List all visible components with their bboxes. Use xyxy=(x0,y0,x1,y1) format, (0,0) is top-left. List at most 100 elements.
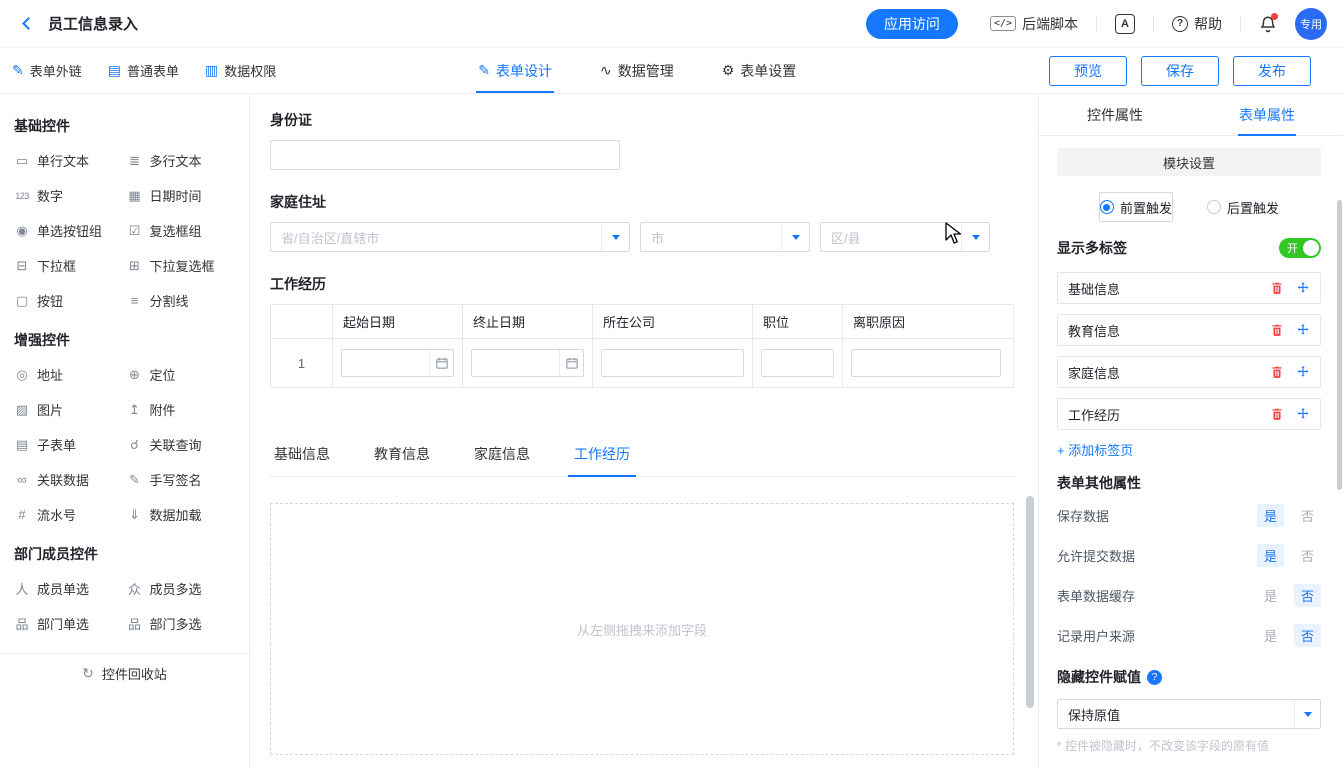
form-external-link-button[interactable]: ✎ 表单外链 xyxy=(12,61,82,80)
tab-basic-info[interactable]: 基础信息 xyxy=(274,444,330,476)
delete-tag-button[interactable] xyxy=(1270,281,1284,295)
backend-script-button[interactable]: </> 后端脚本 xyxy=(990,14,1078,34)
no-option[interactable]: 否 xyxy=(1294,504,1321,527)
palette-item-signature[interactable]: ✎手写签名 xyxy=(127,470,240,489)
code-icon: </> xyxy=(990,16,1016,31)
tab-data-management[interactable]: ∿ 数据管理 xyxy=(598,48,676,93)
delete-tag-button[interactable] xyxy=(1270,365,1284,379)
province-select[interactable]: 省/自治区/直辖市 xyxy=(270,222,630,252)
position-input[interactable] xyxy=(761,349,834,377)
no-option[interactable]: 否 xyxy=(1294,544,1321,567)
move-tag-button[interactable] xyxy=(1296,323,1310,337)
yes-option[interactable]: 是 xyxy=(1257,544,1284,567)
company-input[interactable] xyxy=(601,349,744,377)
language-icon[interactable]: A xyxy=(1115,14,1135,34)
palette-item-lookup-query[interactable]: ☌关联查询 xyxy=(127,435,240,454)
select-suffix[interactable] xyxy=(781,223,809,251)
tab-work-experience[interactable]: 工作经历 xyxy=(574,444,630,476)
radio-pre-trigger[interactable]: 前置触发 xyxy=(1099,192,1173,222)
palette-item-serial-number[interactable]: #流水号 xyxy=(14,505,127,524)
yes-option[interactable]: 是 xyxy=(1257,504,1284,527)
district-select[interactable]: 区/县 xyxy=(820,222,990,252)
add-tab-link[interactable]: + 添加标签页 xyxy=(1057,440,1133,459)
palette-item-multi-select[interactable]: ⊞下拉复选框 xyxy=(127,256,240,275)
id-card-input[interactable] xyxy=(270,140,620,170)
palette-item-address[interactable]: ◎地址 xyxy=(14,365,127,384)
hidden-assign-hint: * 控件被隐藏时，不改变该字段的原有值 xyxy=(1057,737,1321,754)
notification-bell-button[interactable] xyxy=(1259,15,1277,33)
no-option[interactable]: 否 xyxy=(1294,624,1321,647)
move-tag-button[interactable] xyxy=(1296,407,1310,421)
tab-education-info[interactable]: 教育信息 xyxy=(374,444,430,476)
back-button[interactable] xyxy=(16,12,40,36)
multi-tab-toggle[interactable]: 开 xyxy=(1279,238,1321,258)
palette-item-linked-data[interactable]: ∞关联数据 xyxy=(14,470,127,489)
leave-reason-input[interactable] xyxy=(851,349,1001,377)
palette-item-image[interactable]: ▨图片 xyxy=(14,400,127,419)
palette-item-button[interactable]: ▢按钮 xyxy=(14,291,127,310)
move-tag-button[interactable] xyxy=(1296,281,1310,295)
publish-button[interactable]: 发布 xyxy=(1233,56,1311,86)
delete-tag-button[interactable] xyxy=(1270,323,1284,337)
palette-item-single-line-text[interactable]: ▭单行文本 xyxy=(14,151,127,170)
palette-item-radio-group[interactable]: ◉单选按钮组 xyxy=(14,221,127,240)
palette-item-number[interactable]: 123数字 xyxy=(14,186,127,205)
delete-tag-button[interactable] xyxy=(1270,407,1284,421)
no-option[interactable]: 否 xyxy=(1294,584,1321,607)
keep-original-select[interactable]: 保持原值 xyxy=(1057,699,1321,729)
palette-item-subform[interactable]: ▤子表单 xyxy=(14,435,127,454)
normal-form-button[interactable]: ▤ 普通表单 xyxy=(108,61,179,80)
col-company: 所在公司 xyxy=(593,305,753,339)
app-access-button[interactable]: 应用访问 xyxy=(866,9,958,39)
tab-form-settings[interactable]: ⚙ 表单设置 xyxy=(720,48,799,93)
palette-grid: ◎地址 ⊕定位 ▨图片 ↥附件 ▤子表单 ☌关联查询 ∞关联数据 ✎手写签名 #… xyxy=(14,365,239,524)
palette-item-select[interactable]: ⊟下拉框 xyxy=(14,256,127,275)
tab-widget-properties[interactable]: 控件属性 xyxy=(1039,94,1191,135)
palette-item-member-multi[interactable]: 众成员多选 xyxy=(127,579,240,598)
data-permission-button[interactable]: ▥ 数据权限 xyxy=(205,61,276,80)
palette-item-dept-multi[interactable]: 品部门多选 xyxy=(127,614,240,633)
radio-post-trigger[interactable]: 后置触发 xyxy=(1207,192,1279,222)
help-button[interactable]: ? 帮助 xyxy=(1172,14,1222,34)
panel-scrollbar[interactable] xyxy=(1337,200,1342,490)
move-tag-button[interactable] xyxy=(1296,365,1310,379)
palette-item-data-load[interactable]: ⇓数据加载 xyxy=(127,505,240,524)
multi-tab-label: 显示多标签 xyxy=(1057,238,1127,258)
palette-item-location[interactable]: ⊕定位 xyxy=(127,365,240,384)
palette-item-dept-single[interactable]: 品部门单选 xyxy=(14,614,127,633)
end-date-input[interactable] xyxy=(471,349,584,377)
palette-section-title: 增强控件 xyxy=(14,330,239,350)
palette-item-label: 分割线 xyxy=(150,291,189,310)
start-date-input[interactable] xyxy=(341,349,454,377)
yes-option[interactable]: 是 xyxy=(1257,624,1284,647)
yes-option[interactable]: 是 xyxy=(1257,584,1284,607)
palette-grid: ▭单行文本 ≣多行文本 123数字 ▦日期时间 ◉单选按钮组 ☑复选框组 ⊟下拉… xyxy=(14,151,239,310)
help-badge-icon[interactable]: ? xyxy=(1147,670,1162,685)
tab-form-design[interactable]: ✎ 表单设计 xyxy=(476,48,554,93)
org-multi-icon: 品 xyxy=(127,614,143,633)
col-index-header xyxy=(271,305,333,339)
recycle-station-button[interactable]: ↻ 控件回收站 xyxy=(0,653,249,693)
palette-item-multi-line-text[interactable]: ≣多行文本 xyxy=(127,151,240,170)
drop-zone[interactable]: 从左侧拖拽来添加字段 xyxy=(270,503,1014,755)
select-suffix[interactable] xyxy=(601,223,629,251)
tab-form-properties[interactable]: 表单属性 xyxy=(1191,94,1343,135)
city-select[interactable]: 市 xyxy=(640,222,810,252)
tab-form-design-label: 表单设计 xyxy=(496,61,552,81)
palette-item-member-single[interactable]: 人成员单选 xyxy=(14,579,127,598)
palette-item-label: 数据加载 xyxy=(150,505,202,524)
module-settings-button[interactable]: 模块设置 xyxy=(1057,148,1321,176)
preview-button[interactable]: 预览 xyxy=(1049,56,1127,86)
trash-icon xyxy=(1270,323,1284,337)
palette-item-checkbox-group[interactable]: ☑复选框组 xyxy=(127,221,240,240)
select-suffix[interactable] xyxy=(961,223,989,251)
move-icon xyxy=(1296,281,1310,295)
canvas-scrollbar[interactable] xyxy=(1026,496,1034,708)
palette-item-attachment[interactable]: ↥附件 xyxy=(127,400,240,419)
palette-item-divider[interactable]: ≡分割线 xyxy=(127,291,240,310)
tag-label: 教育信息 xyxy=(1068,321,1258,340)
avatar[interactable]: 专用 xyxy=(1295,8,1327,40)
save-button[interactable]: 保存 xyxy=(1141,56,1219,86)
palette-item-datetime[interactable]: ▦日期时间 xyxy=(127,186,240,205)
tab-family-info[interactable]: 家庭信息 xyxy=(474,444,530,476)
